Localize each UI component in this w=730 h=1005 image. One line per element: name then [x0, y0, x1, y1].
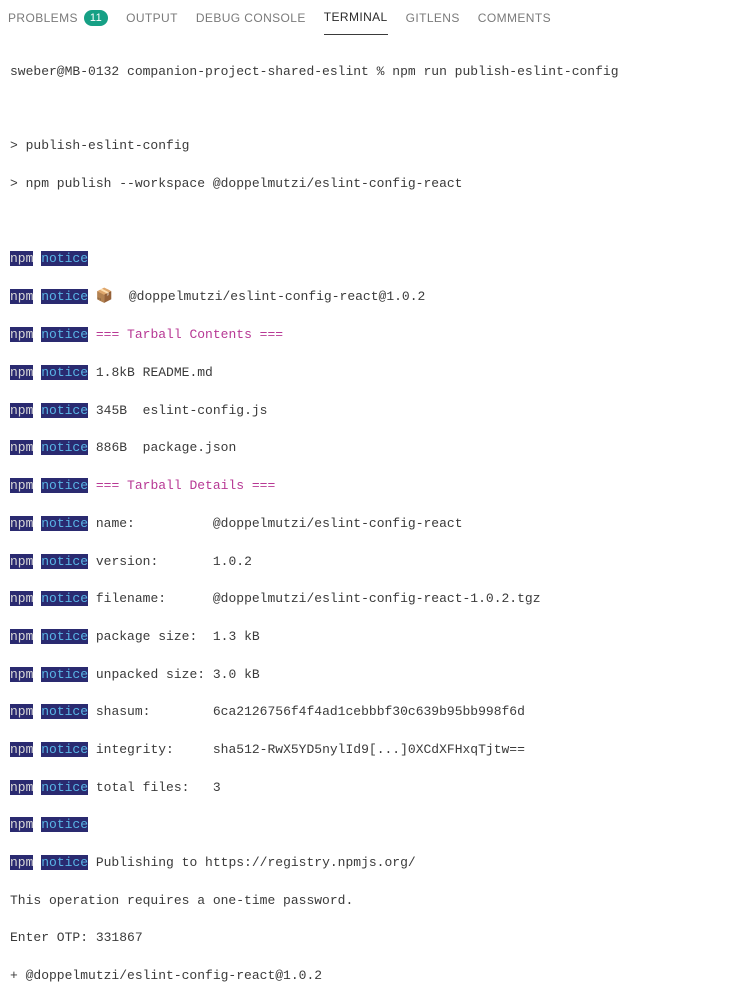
publish-result-line: + @doppelmutzi/eslint-config-react@1.0.2 [10, 967, 720, 986]
tab-comments[interactable]: COMMENTS [478, 0, 551, 35]
blank-line [10, 101, 720, 119]
notice-tag: notice [41, 440, 88, 455]
notice-tag: notice [41, 817, 88, 832]
npm-notice-line: npm notice filename: @doppelmutzi/eslint… [10, 590, 720, 609]
package-icon: 📦 [96, 289, 113, 305]
otp-enter-line: Enter OTP: 331867 [10, 929, 720, 948]
npm-notice-line: npm notice shasum: 6ca2126756f4f4ad1cebb… [10, 703, 720, 722]
npm-tag: npm [10, 440, 33, 455]
npm-notice-line: npm notice integrity: sha512-RwX5YD5nylI… [10, 741, 720, 760]
tab-terminal-label: TERMINAL [324, 10, 388, 24]
npm-notice-line: npm notice === Tarball Details === [10, 477, 720, 496]
file-entry: 886B package.json [96, 440, 236, 455]
notice-tag: notice [41, 855, 88, 870]
file-entry: 1.8kB README.md [96, 365, 213, 380]
blank-line [10, 213, 720, 231]
notice-tag: notice [41, 289, 88, 304]
npm-tag: npm [10, 591, 33, 606]
npm-notice-line: npm notice === Tarball Contents === [10, 326, 720, 345]
notice-tag: notice [41, 667, 88, 682]
npm-notice-line: npm notice 📦 @doppelmutzi/eslint-config-… [10, 287, 720, 307]
publishing-line: Publishing to https://registry.npmjs.org… [88, 855, 416, 870]
npm-tag: npm [10, 554, 33, 569]
script-name-line: > publish-eslint-config [10, 137, 720, 156]
npm-tag: npm [10, 780, 33, 795]
npm-tag: npm [10, 327, 33, 342]
npm-tag: npm [10, 251, 33, 266]
package-name: @doppelmutzi/eslint-config-react@1.0.2 [113, 289, 425, 304]
npm-tag: npm [10, 629, 33, 644]
npm-notice-line: npm notice total files: 3 [10, 779, 720, 798]
script-cmd-line: > npm publish --workspace @doppelmutzi/e… [10, 175, 720, 194]
tarball-contents-header: === Tarball Contents === [96, 327, 283, 342]
notice-tag: notice [41, 365, 88, 380]
prompt-line: sweber@MB-0132 companion-project-shared-… [10, 63, 720, 82]
npm-tag: npm [10, 667, 33, 682]
npm-tag: npm [10, 855, 33, 870]
detail-integrity: integrity: sha512-RwX5YD5nylId9[...]0XCd… [96, 742, 525, 757]
detail-name: name: @doppelmutzi/eslint-config-react [96, 516, 463, 531]
tab-problems-label: PROBLEMS [8, 11, 78, 25]
tab-debug-label: DEBUG CONSOLE [196, 11, 306, 25]
npm-tag: npm [10, 365, 33, 380]
notice-tag: notice [41, 591, 88, 606]
npm-tag: npm [10, 704, 33, 719]
detail-shasum: shasum: 6ca2126756f4f4ad1cebbbf30c639b95… [96, 704, 525, 719]
npm-tag: npm [10, 478, 33, 493]
tab-debug-console[interactable]: DEBUG CONSOLE [196, 0, 306, 35]
panel-tab-bar: PROBLEMS 11 OUTPUT DEBUG CONSOLE TERMINA… [0, 0, 730, 36]
notice-tag: notice [41, 516, 88, 531]
notice-tag: notice [41, 478, 88, 493]
notice-tag: notice [41, 742, 88, 757]
tab-terminal[interactable]: TERMINAL [324, 0, 388, 35]
detail-unpacked-size: unpacked size: 3.0 kB [96, 667, 260, 682]
detail-total-files: total files: 3 [96, 780, 221, 795]
notice-tag: notice [41, 554, 88, 569]
notice-tag: notice [41, 629, 88, 644]
npm-notice-line: npm notice Publishing to https://registr… [10, 854, 720, 873]
notice-tag: notice [41, 704, 88, 719]
npm-tag: npm [10, 742, 33, 757]
npm-notice-line: npm notice 345B eslint-config.js [10, 402, 720, 421]
npm-tag: npm [10, 817, 33, 832]
notice-tag: notice [41, 780, 88, 795]
tab-comments-label: COMMENTS [478, 11, 551, 25]
tarball-details-header: === Tarball Details === [96, 478, 275, 493]
notice-tag: notice [41, 327, 88, 342]
file-entry: 345B eslint-config.js [96, 403, 268, 418]
npm-notice-line: npm notice package size: 1.3 kB [10, 628, 720, 647]
npm-tag: npm [10, 516, 33, 531]
npm-notice-line: npm notice version: 1.0.2 [10, 553, 720, 572]
detail-filename: filename: @doppelmutzi/eslint-config-rea… [96, 591, 541, 606]
tab-gitlens-label: GITLENS [406, 11, 460, 25]
problems-count-badge: 11 [84, 10, 108, 26]
npm-tag: npm [10, 403, 33, 418]
npm-notice-line: npm notice [10, 250, 720, 269]
npm-tag: npm [10, 289, 33, 304]
npm-notice-line: npm notice 886B package.json [10, 439, 720, 458]
npm-notice-line: npm notice name: @doppelmutzi/eslint-con… [10, 515, 720, 534]
detail-version: version: 1.0.2 [96, 554, 252, 569]
tab-output[interactable]: OUTPUT [126, 0, 178, 35]
tab-problems[interactable]: PROBLEMS 11 [8, 0, 108, 35]
otp-required-line: This operation requires a one-time passw… [10, 892, 720, 911]
tab-gitlens[interactable]: GITLENS [406, 0, 460, 35]
notice-tag: notice [41, 251, 88, 266]
notice-tag: notice [41, 403, 88, 418]
tab-output-label: OUTPUT [126, 11, 178, 25]
detail-package-size: package size: 1.3 kB [96, 629, 260, 644]
npm-notice-line: npm notice 1.8kB README.md [10, 364, 720, 383]
npm-notice-line: npm notice unpacked size: 3.0 kB [10, 666, 720, 685]
terminal-output[interactable]: sweber@MB-0132 companion-project-shared-… [0, 36, 730, 1005]
npm-notice-line: npm notice [10, 816, 720, 835]
